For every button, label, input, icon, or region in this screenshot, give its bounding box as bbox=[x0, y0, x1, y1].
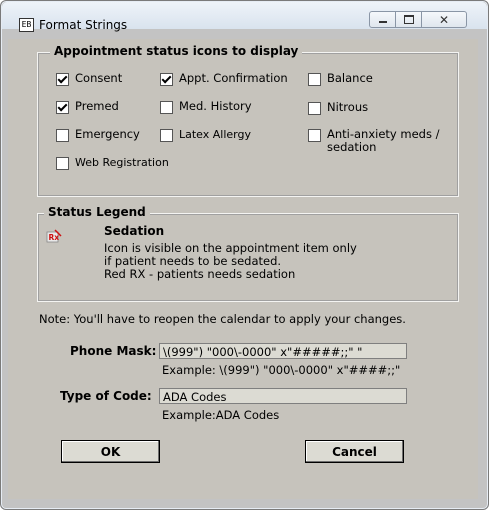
note-text: Note: You'll have to reopen the calendar… bbox=[39, 312, 406, 326]
checkbox-latex-allergy[interactable]: Latex Allergy bbox=[160, 128, 251, 142]
window-title: Format Strings bbox=[39, 18, 128, 32]
maximize-button[interactable] bbox=[396, 11, 422, 28]
phone-mask-example: Example: \(999") "000\-0000" x"####;;" bbox=[162, 363, 401, 377]
consent-checkbox-box[interactable] bbox=[56, 73, 69, 86]
checkbox-premed[interactable]: Premed bbox=[56, 100, 119, 114]
checkbox-anti-anxiety[interactable]: Anti-anxiety meds / sedation bbox=[308, 128, 440, 154]
balance-label: Balance bbox=[327, 71, 373, 85]
web-registration-label: Web Registration bbox=[75, 156, 169, 169]
balance-checkbox-box[interactable] bbox=[308, 73, 321, 86]
format-strings-window: EB Format Strings ✕ Appointment status i… bbox=[0, 0, 489, 510]
latex-allergy-checkbox-box[interactable] bbox=[160, 129, 173, 142]
anti-anxiety-label: Anti-anxiety meds / sedation bbox=[327, 127, 440, 154]
med-history-checkbox-box[interactable] bbox=[160, 101, 173, 114]
checkbox-balance[interactable]: Balance bbox=[308, 72, 373, 86]
legend-sedation-title: Sedation bbox=[104, 224, 165, 238]
dialog-body: Appointment status icons to display Cons… bbox=[8, 39, 478, 499]
close-icon: ✕ bbox=[438, 12, 450, 27]
emergency-checkbox-box[interactable] bbox=[56, 129, 69, 142]
maximize-icon bbox=[403, 15, 414, 24]
nitrous-checkbox-box[interactable] bbox=[308, 102, 321, 115]
appt-confirmation-label: Appt. Confirmation bbox=[179, 71, 288, 85]
minimize-icon bbox=[378, 21, 387, 23]
checkbox-emergency[interactable]: Emergency bbox=[56, 128, 140, 142]
anti-anxiety-checkbox-box[interactable] bbox=[308, 129, 321, 142]
premed-checkbox-box[interactable] bbox=[56, 101, 69, 114]
legend-line-3: Red RX - patients needs sedation bbox=[104, 267, 296, 281]
emergency-label: Emergency bbox=[75, 127, 140, 141]
checkbox-nitrous[interactable]: Nitrous bbox=[308, 101, 368, 115]
type-of-code-input[interactable]: ADA Codes bbox=[159, 388, 407, 404]
premed-label: Premed bbox=[75, 99, 119, 113]
close-button[interactable]: ✕ bbox=[422, 11, 467, 28]
latex-allergy-label: Latex Allergy bbox=[179, 128, 251, 141]
appointment-status-group-label: Appointment status icons to display bbox=[50, 44, 303, 58]
consent-label: Consent bbox=[75, 71, 123, 85]
med-history-label: Med. History bbox=[179, 99, 252, 113]
rx-icon: Rx bbox=[46, 229, 62, 243]
type-of-code-label: Type of Code: bbox=[60, 389, 152, 403]
minimize-button[interactable] bbox=[369, 11, 396, 28]
phone-mask-input[interactable]: \(999") "000\-0000" x"#####;;" " bbox=[159, 343, 407, 359]
app-icon: EB bbox=[19, 18, 34, 32]
ok-button[interactable]: OK bbox=[61, 440, 160, 463]
title-bar: EB Format Strings ✕ bbox=[2, 2, 487, 32]
status-legend-label: Status Legend bbox=[44, 205, 150, 219]
appt-confirmation-checkbox-box[interactable] bbox=[160, 73, 173, 86]
checkbox-med-history[interactable]: Med. History bbox=[160, 100, 252, 114]
checkbox-consent[interactable]: Consent bbox=[56, 72, 122, 86]
cancel-button[interactable]: Cancel bbox=[305, 440, 404, 463]
phone-mask-label: Phone Mask: bbox=[70, 344, 157, 358]
web-registration-checkbox-box[interactable] bbox=[56, 157, 69, 170]
checkbox-web-registration[interactable]: Web Registration bbox=[56, 156, 169, 170]
type-of-code-example: Example:ADA Codes bbox=[162, 408, 280, 422]
svg-text:Rx: Rx bbox=[49, 233, 60, 242]
nitrous-label: Nitrous bbox=[327, 100, 369, 114]
checkbox-appt-confirmation[interactable]: Appt. Confirmation bbox=[160, 72, 288, 86]
